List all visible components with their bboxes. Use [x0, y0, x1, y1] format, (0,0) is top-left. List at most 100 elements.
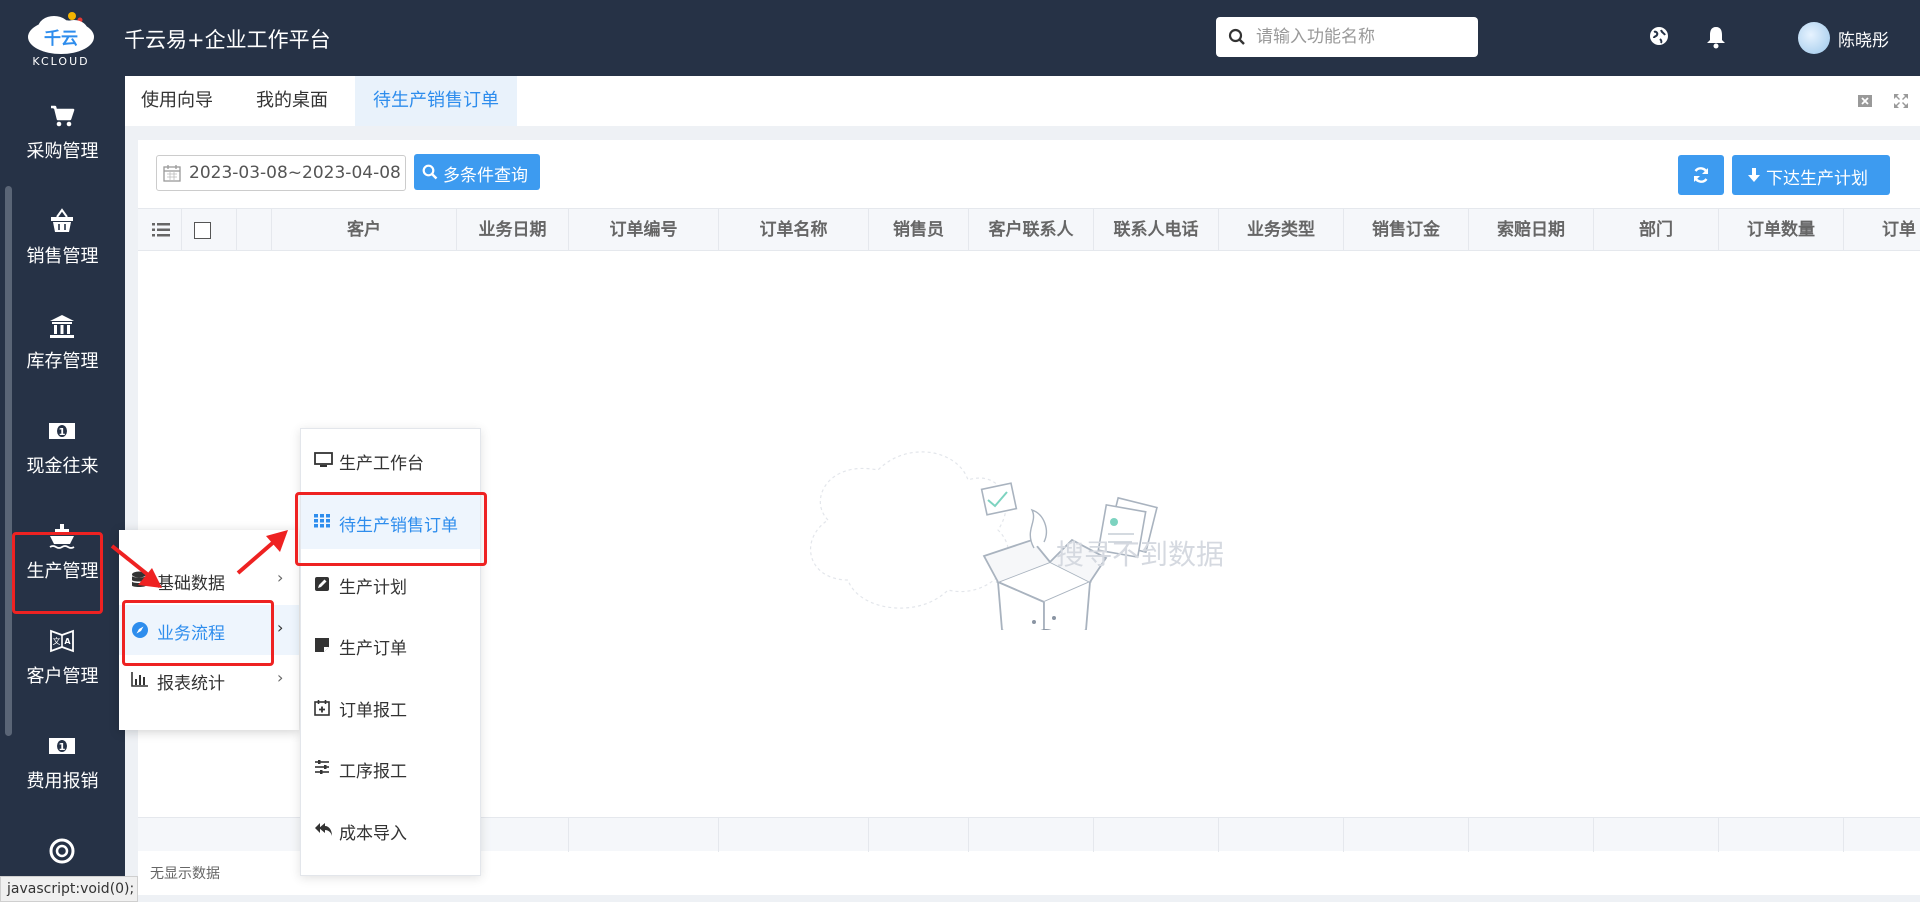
search-icon: [1228, 28, 1245, 45]
query-button-label: 多条件查询: [443, 166, 528, 186]
browser-status-url: javascript:void(0);: [0, 876, 138, 902]
plan-button-label: 下达生产计划: [1766, 169, 1868, 189]
refresh-button[interactable]: [1678, 155, 1724, 195]
production-submenu: 基础数据 › 业务流程 › 报表统计 ›: [119, 530, 299, 730]
sidebar-item-label: 生产管理: [26, 561, 99, 582]
menu-item-reports[interactable]: 报表统计 ›: [119, 655, 299, 705]
lifebuoy-icon: [49, 838, 75, 864]
menu-item-basic-data[interactable]: 基础数据 ›: [119, 555, 299, 605]
column-header[interactable]: 订单: [1843, 209, 1920, 251]
compass-icon: [132, 622, 148, 638]
top-header: 千云 KCLOUD 千云易+企业工作平台 陈晓彤: [0, 0, 1920, 76]
database-icon: [132, 571, 146, 587]
menu-item-process-report[interactable]: 工序报工: [301, 741, 480, 795]
user-menu[interactable]: 陈晓彤: [1798, 20, 1889, 56]
sidebar-item-label: 费用报销: [26, 771, 99, 792]
tab-desktop[interactable]: 我的桌面: [240, 76, 344, 126]
empty-state-illustration: [810, 451, 1158, 630]
note-icon: [315, 638, 329, 652]
sidebar-item-inventory[interactable]: 库存管理: [0, 296, 125, 396]
bell-icon[interactable]: [1705, 25, 1727, 49]
arrow-down-icon: [1748, 168, 1760, 182]
close-tabs-icon[interactable]: [1857, 93, 1873, 109]
tab-guide[interactable]: 使用向导: [125, 76, 229, 126]
column-header[interactable]: 联系人电话: [1093, 209, 1218, 251]
date-range-value: 2023-03-08~2023-04-08: [189, 163, 401, 183]
refresh-icon: [1693, 167, 1709, 183]
column-list-icon[interactable]: [152, 223, 170, 237]
column-header[interactable]: 部门: [1593, 209, 1718, 251]
search-input[interactable]: [1256, 23, 1466, 51]
date-range-picker[interactable]: 2023-03-08~2023-04-08: [156, 155, 406, 191]
sidebar: 采购管理 销售管理 库存管理 1 现金往来 生产管理 文 A 客户管理 1 费用…: [0, 76, 125, 902]
menu-item-production-order[interactable]: 生产订单: [301, 618, 480, 672]
function-search-box[interactable]: [1216, 17, 1478, 57]
grid-icon: [314, 514, 330, 528]
column-header[interactable]: 业务日期: [456, 209, 568, 251]
edit-icon: [315, 577, 329, 591]
sidebar-item-label: 采购管理: [26, 141, 99, 162]
column-header[interactable]: 销售订金: [1343, 209, 1468, 251]
menu-item-label: 生产计划: [339, 578, 407, 598]
menu-item-business-process[interactable]: 业务流程 ›: [119, 605, 299, 655]
column-header[interactable]: 客户: [271, 209, 456, 251]
svg-text:1: 1: [59, 742, 66, 753]
index-column: [236, 209, 271, 251]
chevron-right-icon: ›: [277, 668, 284, 687]
menu-item-order-report[interactable]: 订单报工: [301, 680, 480, 734]
menu-item-production-workbench[interactable]: 生产工作台: [301, 433, 480, 487]
column-header[interactable]: 客户联系人: [968, 209, 1093, 251]
sidebar-item-label: 销售管理: [26, 246, 99, 267]
menu-item-label: 成本导入: [339, 824, 407, 844]
chevron-right-icon: ›: [277, 618, 284, 637]
svg-text:文: 文: [53, 636, 61, 646]
sidebar-item-purchase[interactable]: 采购管理: [0, 86, 125, 186]
sidebar-item-sales[interactable]: 销售管理: [0, 191, 125, 291]
column-header[interactable]: 订单数量: [1718, 209, 1843, 251]
menu-item-pending-sales-orders[interactable]: 待生产销售订单: [301, 495, 480, 549]
cart-icon: [51, 105, 75, 127]
menu-item-production-plan[interactable]: 生产计划: [301, 557, 480, 611]
multi-condition-query-button[interactable]: 多条件查询: [414, 154, 540, 190]
sidebar-item-label: 现金往来: [26, 456, 99, 477]
search-icon: [422, 164, 438, 180]
calendar-icon: [163, 165, 181, 182]
sidebar-item-customer[interactable]: 文 A 客户管理: [0, 611, 125, 711]
issue-production-plan-button[interactable]: 下达生产计划: [1732, 155, 1890, 195]
column-header[interactable]: 订单名称: [718, 209, 868, 251]
column-header[interactable]: 索赔日期: [1468, 209, 1593, 251]
bar-chart-icon: [131, 672, 148, 687]
chevron-right-icon: ›: [277, 568, 284, 587]
sidebar-item-label: 库存管理: [26, 351, 99, 372]
globe-icon[interactable]: [1648, 25, 1670, 47]
tab-pending-sales-orders[interactable]: 待生产销售订单: [355, 76, 517, 126]
menu-item-cost-import[interactable]: 成本导入: [301, 803, 480, 857]
column-header[interactable]: 订单编号: [568, 209, 718, 251]
grid-header: 客户 业务日期 订单编号 订单名称 销售员 客户联系人 联系人电话 业务类型 销…: [138, 208, 1920, 251]
app-title: 千云易+企业工作平台: [124, 28, 331, 52]
menu-item-label: 报表统计: [157, 674, 225, 694]
menu-item-label: 待生产销售订单: [339, 516, 458, 536]
customer-icon: 文 A: [50, 629, 74, 653]
pager-status-text: 无显示数据: [150, 866, 220, 882]
sliders-icon: [315, 760, 329, 774]
logo-text: 千云: [44, 29, 78, 49]
money-icon: 1: [49, 738, 75, 754]
checkbox-column: [181, 209, 236, 251]
sidebar-item-expense[interactable]: 1 费用报销: [0, 716, 125, 816]
empty-state-text: 搜寻不到数据: [1056, 538, 1225, 571]
logo-subtext: KCLOUD: [32, 55, 89, 68]
svg-text:1: 1: [59, 427, 66, 438]
column-header[interactable]: 销售员: [868, 209, 968, 251]
sidebar-item-cash[interactable]: 1 现金往来: [0, 401, 125, 501]
column-header[interactable]: 业务类型: [1218, 209, 1343, 251]
kcloud-logo[interactable]: 千云 KCLOUD: [16, 6, 112, 68]
avatar: [1798, 22, 1830, 54]
calendar-plus-icon: [314, 700, 330, 716]
svg-text:A: A: [64, 637, 71, 646]
basket-icon: [51, 208, 73, 232]
sidebar-item-production[interactable]: 生产管理: [0, 506, 125, 606]
fullscreen-icon[interactable]: [1893, 93, 1909, 109]
money-icon: 1: [49, 423, 75, 439]
monitor-icon: [314, 452, 333, 467]
